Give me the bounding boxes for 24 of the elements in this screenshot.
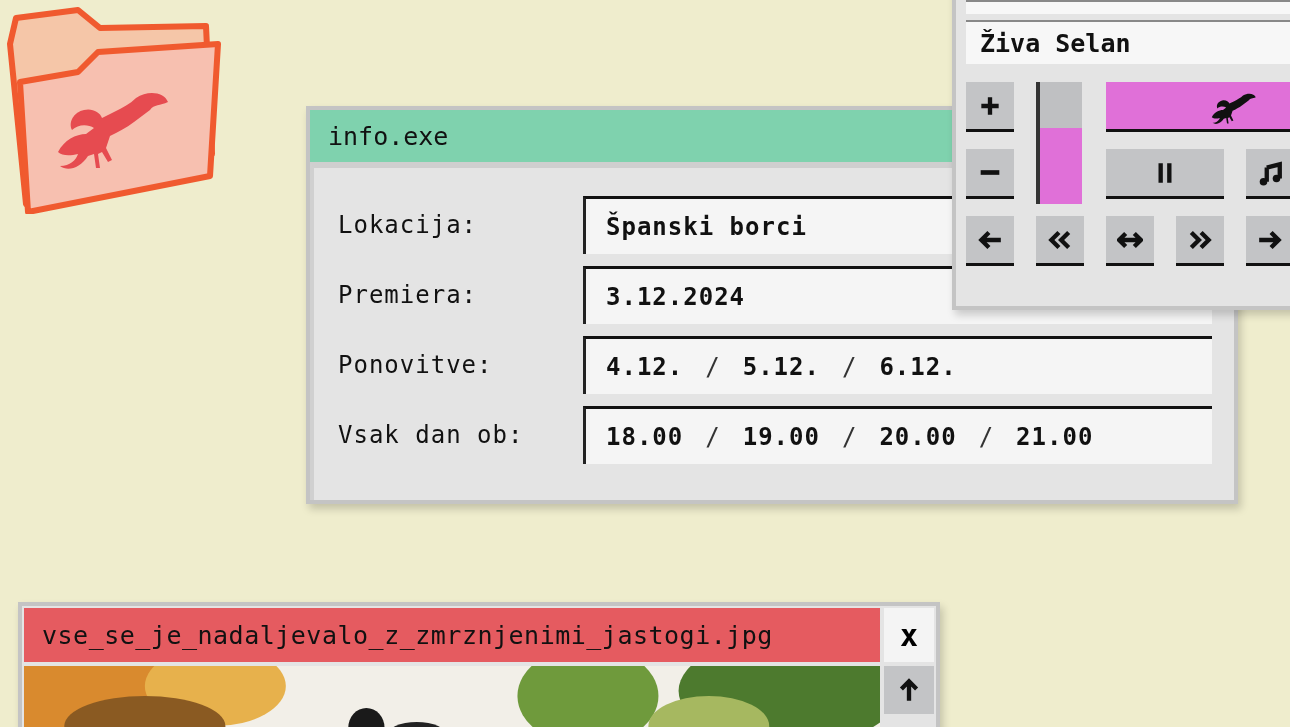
info-field: 18.00 / 19.00 / 20.00 / 21.00 <box>583 406 1212 464</box>
swap-button[interactable] <box>1106 216 1154 266</box>
field-label: Premiera: <box>338 281 479 309</box>
forward-button[interactable] <box>1246 216 1290 266</box>
volume-up-button[interactable] <box>966 82 1014 132</box>
volume-down-button[interactable] <box>966 149 1014 199</box>
name-field[interactable]: Živa Selan <box>966 20 1290 64</box>
fast-forward-button[interactable] <box>1176 216 1224 266</box>
field-label: Vsak dan ob: <box>338 421 525 449</box>
field-label: Ponovitve: <box>338 351 494 379</box>
music-note-button[interactable] <box>1246 149 1290 199</box>
folder-icon[interactable] <box>6 4 222 214</box>
info-field: 4.12. / 5.12. / 6.12. <box>583 336 1212 394</box>
back-button[interactable] <box>966 216 1014 266</box>
volume-slider[interactable] <box>1036 82 1082 204</box>
lobster-button[interactable] <box>1106 82 1290 132</box>
pause-button[interactable] <box>1106 149 1224 199</box>
music-note-icon <box>1257 159 1283 186</box>
scroll-up-button[interactable] <box>884 666 934 714</box>
field-label: Lokacija: <box>338 211 479 239</box>
rewind-button[interactable] <box>1036 216 1084 266</box>
window-title: vse_se_je_nadaljevalo_z_zmrznjenimi_jastogi.jpg <box>24 608 880 662</box>
close-button[interactable]: x <box>884 608 934 662</box>
minus-icon <box>978 169 1002 176</box>
